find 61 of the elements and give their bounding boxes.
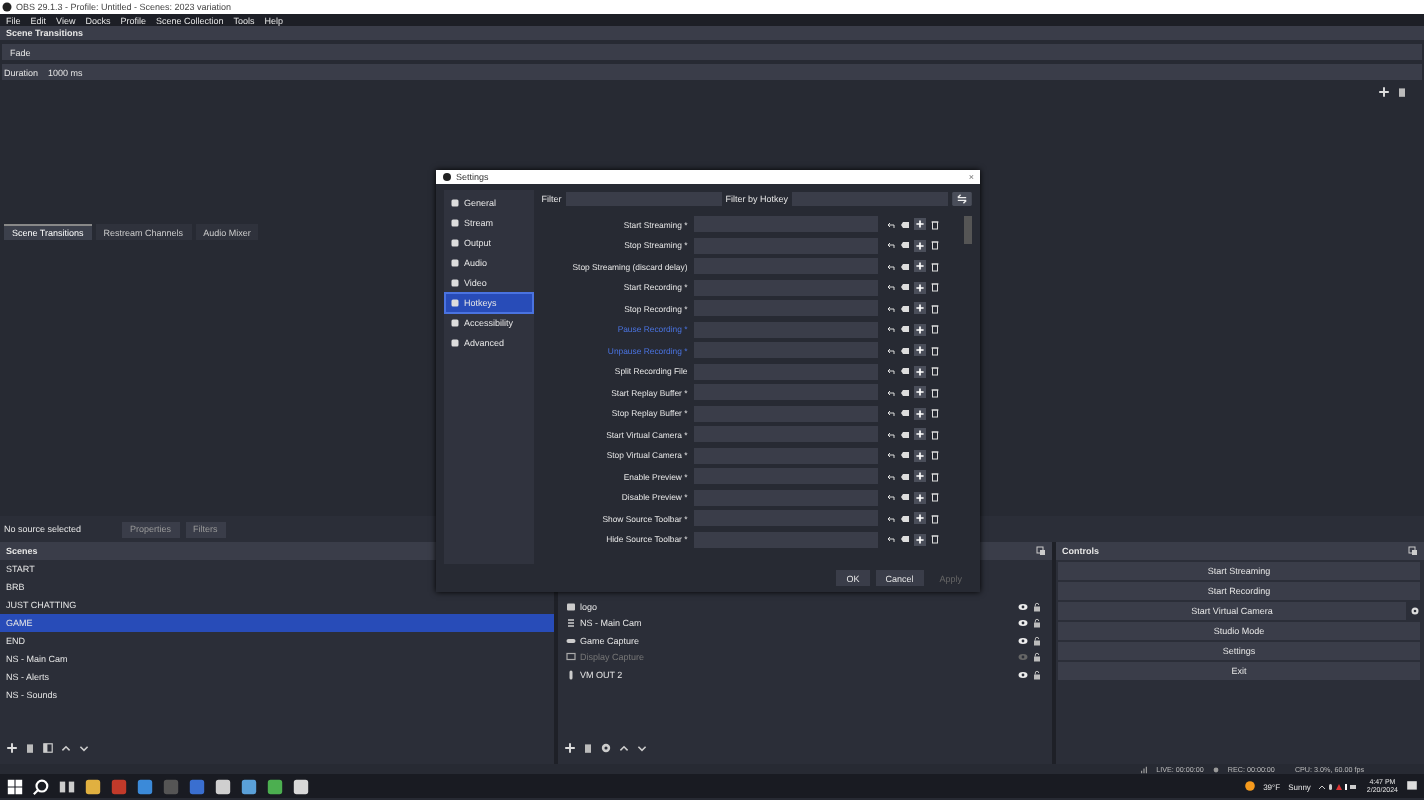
revert-icon[interactable] [885,345,896,356]
lock-icon[interactable] [1032,601,1042,612]
monitor-icon [566,652,576,663]
trash-icon[interactable] [929,345,940,356]
eye-icon[interactable] [1018,601,1028,612]
revert-icon[interactable] [885,261,896,272]
revert-icon[interactable] [885,303,896,314]
trash-icon[interactable] [929,513,940,524]
revert-icon[interactable] [885,219,896,230]
undock-icon[interactable] [1408,546,1418,556]
lock-icon[interactable] [1032,669,1042,680]
revert-icon[interactable] [885,534,896,545]
undock-icon[interactable] [1036,546,1046,556]
trash-icon[interactable] [929,366,940,377]
trash-icon[interactable] [929,534,940,545]
lock-icon[interactable] [1032,652,1042,663]
eye-icon[interactable] [1018,635,1028,646]
revert-icon[interactable] [885,471,896,482]
revert-icon[interactable] [885,387,896,398]
trash-icon[interactable] [929,282,940,293]
trash-icon[interactable] [929,471,940,482]
task-view-icon[interactable] [58,777,76,795]
revert-icon[interactable] [885,408,896,419]
sun-icon [1243,780,1256,792]
trash-icon[interactable] [929,303,940,314]
revert-icon[interactable] [885,282,896,293]
scrollbar-thumb[interactable] [964,216,972,244]
lock-icon[interactable] [1032,618,1042,629]
trash-icon[interactable] [929,387,940,398]
windows-icon[interactable] [6,777,24,795]
reset-icon[interactable] [952,192,972,206]
revert-icon[interactable] [885,450,896,461]
revert-icon[interactable] [885,429,896,440]
down-icon[interactable] [636,742,648,754]
trash-icon[interactable] [929,261,940,272]
trash-icon[interactable] [24,742,36,754]
trash-icon[interactable] [929,324,940,335]
eye-icon[interactable] [1018,669,1028,680]
trash-icon[interactable] [929,408,940,419]
revert-icon[interactable] [885,513,896,524]
eye-icon[interactable] [1018,618,1028,629]
trash-icon[interactable] [1396,86,1408,98]
revert-icon[interactable] [885,492,896,503]
trash-icon[interactable] [929,219,940,230]
plus-icon[interactable] [564,742,576,754]
trash-icon[interactable] [929,492,940,503]
revert-icon[interactable] [885,240,896,251]
plus-icon[interactable] [1378,86,1390,98]
list-icon [566,618,576,629]
revert-icon[interactable] [885,324,896,335]
trash-icon[interactable] [582,742,594,754]
revert-icon[interactable] [885,366,896,377]
search-icon[interactable] [32,777,50,795]
plus-icon[interactable] [6,742,18,754]
down-icon[interactable] [78,742,90,754]
trash-icon[interactable] [929,429,940,440]
up-icon[interactable] [618,742,630,754]
up-icon[interactable] [60,742,72,754]
lock-icon[interactable] [1032,635,1042,646]
trash-icon[interactable] [929,450,940,461]
trash-icon[interactable] [929,240,940,251]
